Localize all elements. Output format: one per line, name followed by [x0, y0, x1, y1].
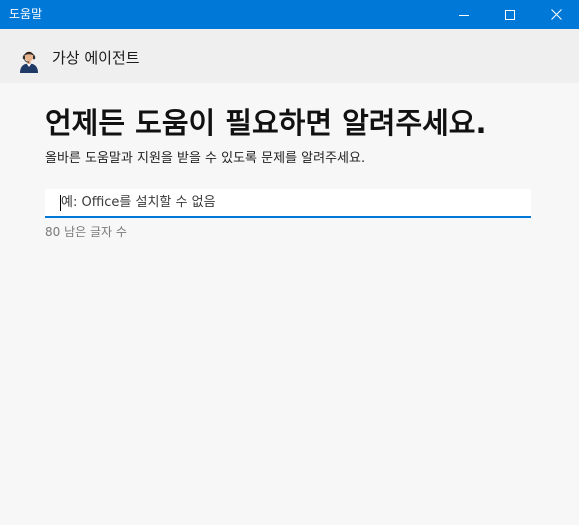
main-content: 언제든 도움이 필요하면 알려주세요. 올바른 도움말과 지원을 받을 수 있도…: [0, 83, 579, 525]
char-counter: 80 남은 글자 수: [45, 225, 127, 239]
title-bar: 도움말: [0, 0, 579, 29]
minimize-button[interactable]: [441, 0, 487, 29]
close-icon: [550, 9, 562, 20]
agent-name: 가상 에이전트: [52, 49, 140, 67]
maximize-icon: [505, 9, 515, 20]
problem-input[interactable]: [61, 189, 521, 216]
page-headline: 언제든 도움이 필요하면 알려주세요.: [45, 106, 487, 140]
problem-input-box[interactable]: [45, 189, 531, 218]
maximize-button[interactable]: [487, 0, 533, 29]
page-subtitle: 올바른 도움말과 지원을 받을 수 있도록 문제를 알려주세요.: [45, 151, 366, 166]
agent-avatar-icon: [20, 51, 38, 73]
window-title: 도움말: [9, 7, 43, 21]
agent-header: 가상 에이전트: [0, 29, 579, 83]
minimize-icon: [459, 14, 469, 16]
close-button[interactable]: [533, 0, 579, 29]
